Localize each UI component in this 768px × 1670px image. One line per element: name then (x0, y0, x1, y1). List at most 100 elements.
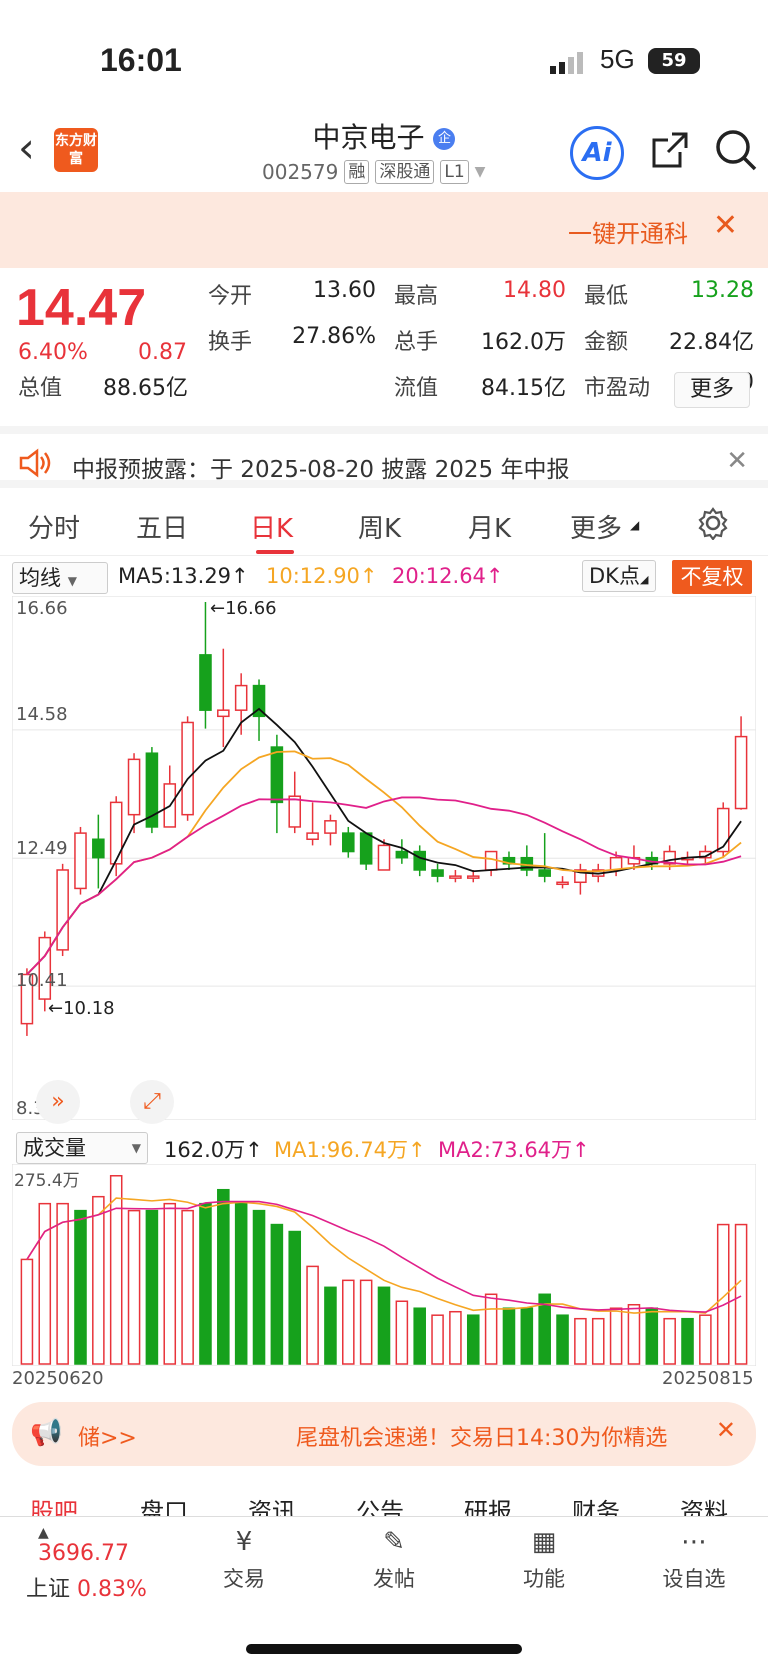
volume-bar (556, 1314, 569, 1365)
candle-body (431, 869, 444, 877)
indicator-select[interactable]: 均线 ▼ (12, 562, 108, 594)
expand-icon[interactable]: ⤢ (130, 1080, 174, 1124)
volume-max-label: 275.4万 (14, 1171, 80, 1191)
signal-icon (550, 52, 583, 74)
candle-body (359, 832, 373, 865)
last-price: 14.47 (16, 279, 147, 337)
index-name[interactable]: 上证 0.83% (26, 1571, 147, 1603)
tag-connect: 深股通 (375, 160, 435, 184)
stock-code-row[interactable]: 002579 融 深股通 L1 ▼ (262, 160, 485, 184)
close-icon[interactable]: ✕ (713, 208, 738, 243)
battery-icon: 59 (648, 48, 700, 74)
share-icon[interactable] (650, 130, 690, 170)
banner-text[interactable]: 尾盘机会速递！交易日14:30为你精选 (296, 1420, 686, 1452)
tab-intraday[interactable]: 分时 (28, 508, 80, 545)
volume-bar (342, 1279, 355, 1365)
candle-body (217, 709, 230, 718)
vol-ma2: MA2:73.64万↑ (438, 1138, 590, 1162)
adjust-button[interactable]: 不复权 (672, 560, 752, 594)
tab-five-day[interactable]: 五日 (136, 508, 188, 545)
volume-chart[interactable] (12, 1164, 756, 1366)
search-icon[interactable] (714, 128, 758, 172)
volume-bar (252, 1209, 266, 1365)
field-label: 最高 (394, 284, 439, 309)
tab-more[interactable]: 更多 (570, 508, 622, 545)
ma5-value: MA5:13.29↑ (118, 564, 249, 588)
candle-body (234, 684, 248, 711)
watchlist-button[interactable]: ⋯ 设自选 (644, 1527, 744, 1593)
more-button[interactable]: 更多 (674, 372, 750, 408)
chevron-down-icon: ◢ (630, 518, 640, 532)
axis-mid1-label: 14.58 (16, 704, 68, 725)
close-icon[interactable]: ✕ (726, 446, 748, 476)
subtab-data[interactable]: 资料 (680, 1492, 728, 1516)
tag-margin: 融 (344, 160, 370, 184)
volume-bar (56, 1202, 69, 1365)
ad-banner[interactable]: 📢 储>> 尾盘机会速递！交易日14:30为你精选 ✕ (12, 1402, 756, 1466)
axis-mid2-label: 12.49 (16, 838, 68, 859)
collapse-icon[interactable]: » (36, 1080, 80, 1124)
field-value: 13.60 (313, 278, 376, 303)
banner-link[interactable]: 储>> (78, 1420, 137, 1452)
function-button[interactable]: ▦ 功能 (494, 1527, 594, 1593)
candle-body (413, 850, 426, 871)
volume-bar (270, 1223, 284, 1365)
ma10-value: 10:12.90↑ (266, 564, 378, 588)
change-amount: 0.87 (138, 340, 187, 365)
axis-top-label: 16.66 (16, 598, 68, 619)
subtab-announcement[interactable]: 公告 (356, 1492, 404, 1516)
field-label: 今开 (208, 284, 253, 309)
volume-bar (609, 1307, 623, 1365)
volume-bar (306, 1265, 319, 1365)
post-button[interactable]: ✎ 发帖 (344, 1527, 444, 1593)
volume-bar (699, 1314, 712, 1365)
yen-icon: ¥ (235, 1527, 253, 1557)
candle-body (199, 654, 212, 711)
axis-low-label: 10.41 (16, 970, 68, 991)
ai-button[interactable]: Ai (570, 126, 624, 180)
volume-bar (449, 1310, 462, 1365)
candlestick-chart[interactable] (12, 596, 756, 1120)
ma-legend: 均线 ▼ MA5:13.29↑ 10:12.90↑ 20:12.64↑ DK点◢ (10, 560, 760, 596)
volume-select[interactable]: 成交量 ▼ (16, 1132, 148, 1164)
tab-daily-k[interactable]: 日K (250, 508, 293, 545)
chevron-up-icon: ▲ (38, 1525, 49, 1541)
notice-bar[interactable]: 中报预披露：于 2025-08-20 披露 2025 年中报 ✕ (0, 426, 768, 488)
min-price-label: ←10.18 (48, 998, 115, 1019)
subtab-stock-bar[interactable]: 股吧 (30, 1492, 78, 1516)
dropdown-icon[interactable]: ▼ (475, 164, 486, 180)
candle-body (92, 838, 105, 859)
promo-text[interactable]: 一键开通科 (568, 214, 688, 249)
subtab-order-book[interactable]: 盘口 (140, 1492, 188, 1516)
volume-bar (74, 1209, 87, 1365)
status-time: 16:01 (100, 42, 182, 78)
volume-value: 162.0万↑ (164, 1138, 263, 1162)
volume-bar (92, 1195, 105, 1365)
notice-text[interactable]: 中报预披露：于 2025-08-20 披露 2025 年中报 (72, 450, 569, 484)
subtab-finance[interactable]: 财务 (572, 1492, 620, 1516)
tab-monthly-k[interactable]: 月K (468, 508, 511, 545)
period-tabs: 分时 五日 日K 周K 月K 更多 ◢ (0, 498, 768, 556)
promo-banner[interactable]: 一键开通科 ✕ (0, 192, 768, 268)
end-date: 20250815 (662, 1368, 754, 1389)
trade-button[interactable]: ¥ 交易 (194, 1527, 294, 1593)
close-icon[interactable]: ✕ (716, 1416, 736, 1444)
volume-bar (234, 1202, 248, 1365)
change-percent: 6.40% (18, 340, 88, 365)
subtab-news[interactable]: 资讯 (248, 1492, 296, 1516)
field-label: 金额 (584, 330, 629, 355)
subtab-research[interactable]: 研报 (464, 1492, 512, 1516)
dk-point-select[interactable]: DK点◢ (582, 560, 656, 592)
tab-weekly-k[interactable]: 周K (358, 508, 401, 545)
field-label: 流值 (394, 376, 439, 401)
volume-bar (127, 1209, 141, 1365)
candle-body (288, 795, 302, 828)
index-value[interactable]: 3696.77 (38, 1541, 129, 1566)
field-value: 162.0万 (481, 330, 566, 355)
network-label: 5G (600, 44, 635, 74)
field-label: 换手 (208, 330, 253, 355)
grid-icon: ▦ (531, 1527, 557, 1557)
gear-icon[interactable] (696, 506, 730, 540)
volume-bar (591, 1317, 605, 1365)
volume-bar (324, 1286, 337, 1365)
